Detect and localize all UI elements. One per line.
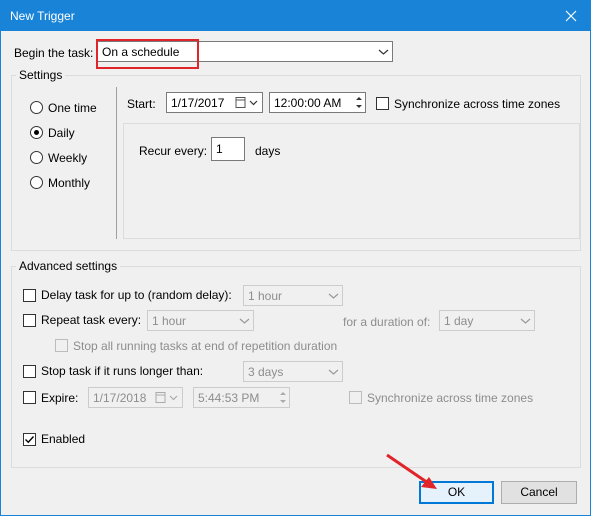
expire-label: Expire: — [41, 391, 79, 405]
repeat-task-select[interactable]: 1 hour — [147, 310, 254, 331]
radio-monthly-label: Monthly — [48, 176, 91, 190]
repeat-task-value: 1 hour — [152, 314, 187, 328]
window-title: New Trigger — [10, 9, 75, 23]
start-date-picker[interactable]: 1/17/2017 — [166, 92, 263, 113]
sync-time-zones-label: Synchronize across time zones — [394, 97, 561, 111]
start-label: Start: — [127, 97, 156, 111]
delay-task-value: 1 hour — [248, 289, 283, 303]
repeat-task-label: Repeat task every: — [41, 313, 142, 327]
start-time-field[interactable]: 12:00:00 AM — [269, 92, 366, 113]
settings-divider — [116, 87, 117, 239]
stop-task-longer-select[interactable]: 3 days — [243, 361, 343, 382]
chevron-down-icon — [325, 286, 342, 305]
title-bar: New Trigger — [1, 1, 590, 31]
repeat-task-checkbox[interactable] — [23, 314, 36, 327]
chevron-down-icon — [236, 311, 253, 330]
radio-monthly[interactable] — [30, 176, 43, 189]
settings-legend: Settings — [16, 68, 66, 82]
stop-task-longer-value: 3 days — [248, 365, 284, 379]
enabled-checkbox[interactable] — [23, 433, 36, 446]
duration-select[interactable]: 1 day — [439, 310, 535, 331]
begin-task-label: Begin the task: — [14, 46, 93, 60]
recur-label: Recur every: — [139, 144, 208, 158]
stop-running-tasks-label: Stop all running tasks at end of repetit… — [73, 339, 338, 353]
duration-label: for a duration of: — [343, 315, 431, 329]
chevron-down-icon — [325, 362, 342, 381]
radio-one-time[interactable] — [30, 101, 43, 114]
delay-task-label: Delay task for up to (random delay): — [41, 288, 232, 302]
radio-one-time-label: One time — [48, 101, 97, 115]
expire-sync-label: Synchronize across time zones — [367, 391, 534, 405]
expire-checkbox[interactable] — [23, 391, 36, 404]
advanced-settings-legend: Advanced settings — [16, 259, 121, 273]
radio-weekly-label: Weekly — [48, 151, 88, 165]
radio-daily-label: Daily — [48, 126, 75, 140]
recur-value: 1 — [216, 142, 223, 156]
expire-date-picker[interactable]: 1/17/2018 — [88, 387, 183, 408]
expire-sync-checkbox[interactable] — [349, 391, 362, 404]
recur-unit: days — [255, 144, 281, 158]
sync-time-zones-checkbox[interactable] — [376, 97, 389, 110]
chevron-down-icon — [517, 311, 534, 330]
radio-selected-dot — [34, 130, 39, 135]
radio-daily[interactable] — [30, 126, 43, 139]
calendar-icon — [155, 391, 181, 405]
start-time-value: 12:00:00 AM — [274, 96, 342, 110]
stop-running-tasks-checkbox[interactable] — [55, 339, 68, 352]
close-icon[interactable] — [560, 5, 582, 27]
chevron-down-icon — [375, 42, 392, 61]
duration-value: 1 day — [444, 314, 474, 328]
expire-time-field[interactable]: 5:44:53 PM — [193, 387, 290, 408]
stop-task-longer-label: Stop task if it runs longer than: — [41, 364, 204, 378]
expire-time-value: 5:44:53 PM — [198, 391, 260, 405]
annotation-arrow-icon — [386, 453, 437, 489]
cancel-button[interactable]: Cancel — [501, 481, 577, 504]
spinner-icon[interactable] — [354, 94, 364, 111]
expire-date-value: 1/17/2018 — [93, 391, 147, 405]
calendar-icon — [235, 96, 261, 110]
highlight-box — [96, 39, 199, 69]
radio-weekly[interactable] — [30, 151, 43, 164]
begin-task-label-text: Begin the task: — [14, 46, 94, 60]
recur-panel — [123, 123, 580, 239]
delay-task-checkbox[interactable] — [23, 289, 36, 302]
start-date-value: 1/17/2017 — [171, 96, 225, 110]
stop-task-longer-checkbox[interactable] — [23, 365, 36, 378]
delay-task-select[interactable]: 1 hour — [243, 285, 343, 306]
enabled-label: Enabled — [41, 432, 86, 446]
new-trigger-dialog: New Trigger Begin the task: On a schedul… — [0, 0, 591, 516]
checkmark-icon — [25, 436, 35, 444]
recur-input[interactable]: 1 — [211, 137, 245, 161]
spinner-icon[interactable] — [278, 389, 288, 406]
